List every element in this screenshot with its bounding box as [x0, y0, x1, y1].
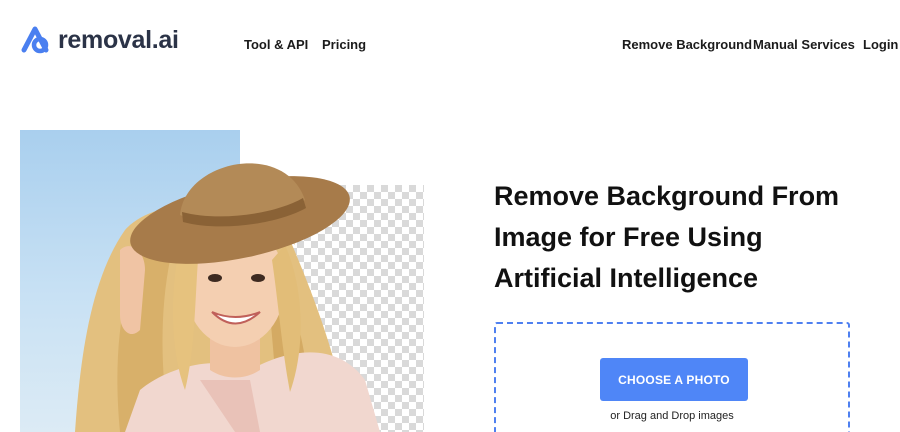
- nav-login[interactable]: Login: [863, 37, 898, 52]
- headline-line-1: Remove Background From: [494, 181, 840, 211]
- nav-tool-api[interactable]: Tool & API: [244, 37, 308, 52]
- headline-line-2: Image for Free Using: [494, 222, 763, 252]
- headline-line-3: Artificial Intelligence: [494, 263, 759, 293]
- nav-manual-services[interactable]: Manual Services: [753, 37, 855, 52]
- nav-pricing[interactable]: Pricing: [322, 37, 366, 52]
- logo[interactable]: removal.ai: [20, 22, 179, 58]
- top-navigation: removal.ai Tool & API Pricing Remove Bac…: [0, 0, 900, 90]
- choose-photo-button[interactable]: CHOOSE A PHOTO: [600, 358, 748, 401]
- upload-drop-zone[interactable]: CHOOSE A PHOTO or Drag and Drop images: [494, 322, 850, 432]
- hero-image: [20, 130, 424, 432]
- nav-remove-background[interactable]: Remove Background: [622, 37, 752, 52]
- logo-text: removal.ai: [58, 25, 179, 54]
- woman-portrait-illustration: [75, 163, 380, 432]
- logo-mark-icon: [21, 26, 49, 54]
- drag-drop-hint: or Drag and Drop images: [610, 410, 734, 422]
- hero-headline: Remove Background From Image for Free Us…: [494, 176, 874, 299]
